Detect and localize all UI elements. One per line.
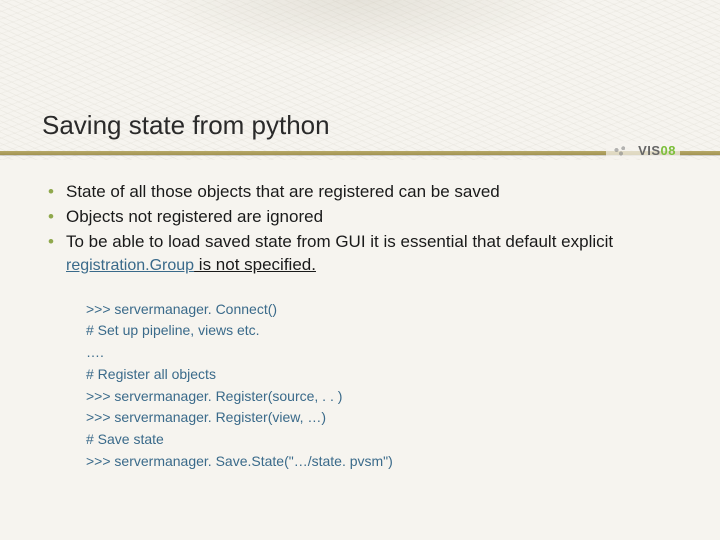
code-line: # Register all objects [86,364,676,386]
code-line: >>> servermanager. Connect() [86,299,676,321]
bullet-item: State of all those objects that are regi… [44,181,676,204]
slide-content: State of all those objects that are regi… [0,181,720,472]
bullet-text: Objects not registered are ignored [66,207,323,226]
logo-main: VIS [638,143,660,158]
bullet-suffix: is not specified. [194,255,316,274]
bullet-list: State of all those objects that are regi… [44,181,676,277]
bullet-item: To be able to load saved state from GUI … [44,231,676,277]
code-line: >>> servermanager. Register(source, . . … [86,386,676,408]
code-line: >>> servermanager. Register(view, …) [86,407,676,429]
logo: VIS08 [606,141,680,159]
title-divider: VIS08 [0,147,720,161]
inline-code: registration.Group [66,257,194,274]
logo-accent: 08 [661,143,676,158]
bullet-item: Objects not registered are ignored [44,206,676,229]
logo-swirl-icon [610,141,632,159]
code-line: >>> servermanager. Save.State("…/state. … [86,451,676,473]
code-line: …. [86,342,676,364]
code-block: >>> servermanager. Connect() # Set up pi… [86,299,676,473]
slide-container: Saving state from python VIS08 State of … [0,0,720,472]
slide-title: Saving state from python [0,0,720,147]
logo-text: VIS08 [638,143,676,158]
bullet-text: State of all those objects that are regi… [66,182,500,201]
bullet-prefix: To be able to load saved state from GUI … [66,232,613,251]
code-line: # Set up pipeline, views etc. [86,320,676,342]
code-line: # Save state [86,429,676,451]
